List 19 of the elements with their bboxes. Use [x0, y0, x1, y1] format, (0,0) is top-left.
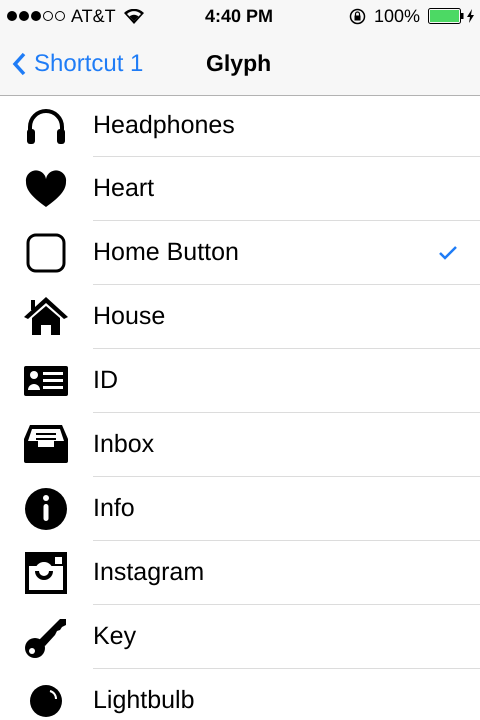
battery-percentage: 100%: [374, 4, 420, 28]
glyph-name: House: [93, 300, 166, 332]
glyph-name: Info: [93, 492, 135, 524]
glyph-name: Lightbulb: [93, 685, 194, 716]
clock-time: 4:40 PM: [205, 4, 274, 28]
signal-strength-icon: [6, 10, 66, 22]
glyph-name: Instagram: [93, 556, 204, 588]
glyph-name: ID: [93, 364, 118, 396]
glyph-name: Heart: [93, 172, 154, 204]
back-button[interactable]: Shortcut 1: [0, 46, 144, 82]
glyph-name: Inbox: [93, 428, 154, 460]
screen-title: Glyph: [206, 49, 272, 78]
glyph-name: Home Button: [93, 236, 239, 268]
wifi-icon: [124, 8, 144, 24]
glyph-name: Headphones: [93, 110, 235, 142]
carrier-name: AT&T: [71, 4, 116, 28]
chevron-left-icon: [12, 52, 26, 76]
glyph-name: Key: [93, 620, 136, 652]
battery-icon: [428, 8, 464, 24]
